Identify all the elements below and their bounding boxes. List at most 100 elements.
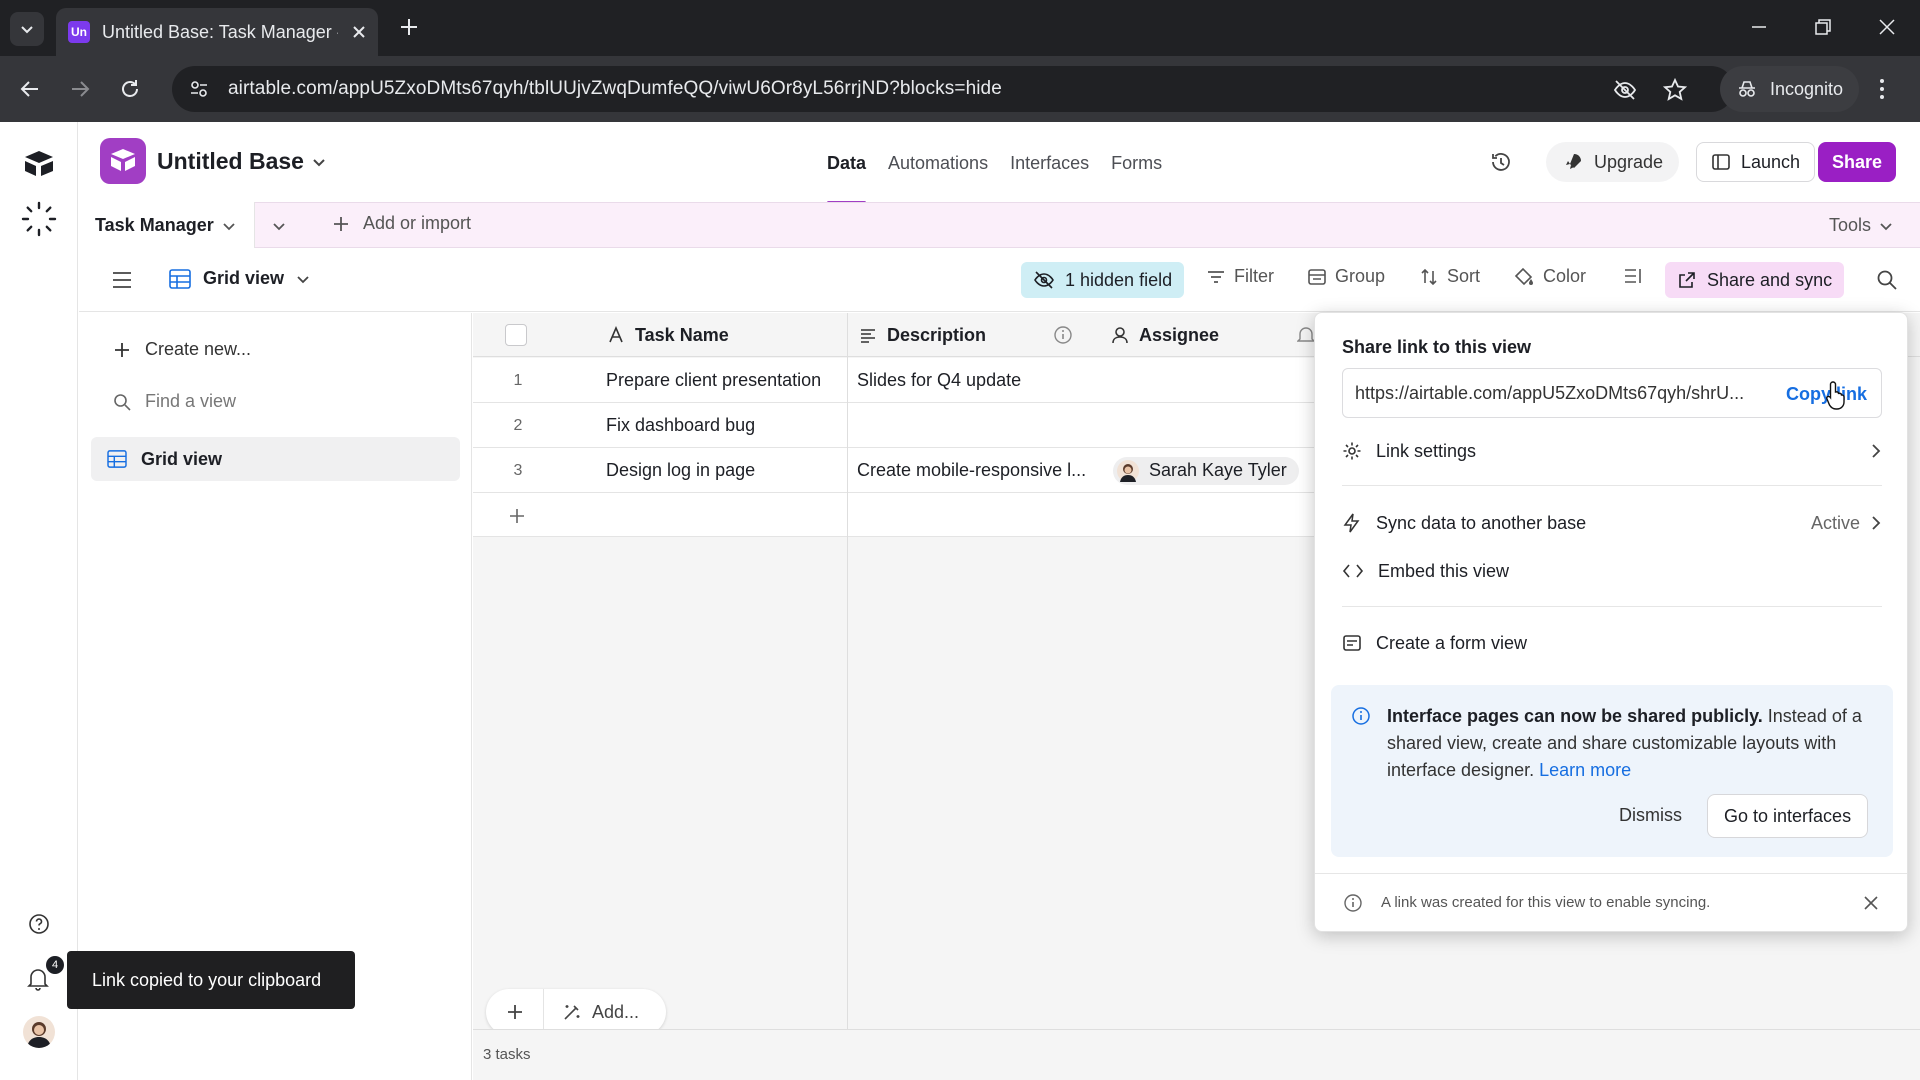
- mouse-cursor-icon: [1824, 380, 1848, 410]
- go-to-interfaces-button[interactable]: Go to interfaces: [1707, 794, 1869, 838]
- cell-task-name[interactable]: Prepare client presentation: [606, 358, 846, 403]
- history-icon[interactable]: [1489, 150, 1513, 174]
- sidebar-item-grid-view[interactable]: Grid view: [91, 437, 460, 481]
- reload-icon: [122, 80, 138, 97]
- close-icon[interactable]: [1863, 895, 1879, 911]
- close-window-button[interactable]: [1876, 16, 1898, 38]
- filter-button[interactable]: Filter: [1206, 266, 1274, 287]
- row-height-icon[interactable]: [1623, 266, 1643, 286]
- all-tables-chevron-icon[interactable]: [271, 218, 287, 234]
- link-settings-label: Link settings: [1376, 440, 1477, 461]
- ai-add-button[interactable]: Add...: [544, 1002, 639, 1023]
- table-row[interactable]: 3 Design log in page Create mobile-respo…: [473, 448, 1321, 493]
- group-button[interactable]: Group: [1307, 266, 1385, 287]
- clipboard-toast: Link copied to your clipboard: [67, 951, 355, 1009]
- create-new-view-button[interactable]: Create new...: [113, 339, 251, 360]
- minimize-button[interactable]: [1748, 16, 1770, 38]
- forward-button[interactable]: [68, 77, 92, 101]
- cell-assignee[interactable]: Sarah Kaye Tyler: [1113, 448, 1313, 493]
- info-icon[interactable]: [1053, 313, 1073, 357]
- share-and-sync-label: Share and sync: [1707, 269, 1833, 290]
- chevron-down-icon[interactable]: [311, 154, 327, 170]
- reload-button[interactable]: [118, 77, 142, 101]
- table-row[interactable]: 1 Prepare client presentation Slides for…: [473, 358, 1321, 403]
- grid-footer: 3 tasks: [473, 1029, 1920, 1080]
- bell-icon: [1297, 313, 1315, 357]
- tab-search-button[interactable]: [10, 12, 44, 46]
- share-link-field[interactable]: https://airtable.com/appU5ZxoDMts67qyh/s…: [1342, 368, 1882, 418]
- row-number: 1: [513, 371, 523, 389]
- dismiss-button[interactable]: Dismiss: [1619, 805, 1682, 826]
- column-header-assignee[interactable]: Assignee: [1111, 313, 1219, 357]
- share-button[interactable]: Share: [1818, 142, 1897, 182]
- cell-description[interactable]: Create mobile-responsive l...: [857, 448, 1093, 493]
- tab-favicon: Un: [68, 21, 90, 43]
- paint-bucket-icon: [1514, 267, 1533, 285]
- search-icon[interactable]: [1876, 269, 1898, 291]
- cell-description[interactable]: Slides for Q4 update: [857, 358, 1093, 403]
- user-avatar[interactable]: [23, 1016, 55, 1048]
- column-header-task-name[interactable]: Task Name: [607, 313, 729, 357]
- add-or-import-button[interactable]: Add or import: [331, 213, 471, 234]
- launch-button[interactable]: Launch: [1696, 142, 1816, 182]
- plus-icon[interactable]: [507, 506, 527, 526]
- assignee-chip[interactable]: Sarah Kaye Tyler: [1113, 456, 1299, 485]
- color-button[interactable]: Color: [1513, 266, 1586, 287]
- share-link-url[interactable]: https://airtable.com/appU5ZxoDMts67qyh/s…: [1355, 383, 1760, 404]
- help-icon[interactable]: [27, 912, 51, 936]
- browser-menu-icon[interactable]: [1878, 78, 1886, 100]
- sync-data-row[interactable]: Sync data to another base Active: [1342, 505, 1882, 541]
- learn-more-link[interactable]: Learn more: [1539, 760, 1631, 780]
- share-and-sync-button[interactable]: Share and sync: [1665, 262, 1845, 298]
- tab-automations[interactable]: Automations: [888, 122, 988, 202]
- chevron-right-icon: [1870, 443, 1882, 459]
- select-all-checkbox[interactable]: [505, 313, 527, 357]
- add-record-row[interactable]: [473, 493, 1321, 537]
- hidden-fields-button[interactable]: 1 hidden field: [1021, 262, 1185, 298]
- grid-view-icon: [169, 268, 191, 289]
- embed-view-row[interactable]: Embed this view: [1342, 553, 1882, 589]
- bookmark-star-icon[interactable]: [1662, 77, 1688, 103]
- arrow-right-icon: [72, 81, 90, 97]
- tab-close-icon[interactable]: [352, 25, 366, 39]
- cell-assignee[interactable]: [1109, 403, 1309, 448]
- notifications-bell-icon[interactable]: [26, 966, 50, 992]
- sync-status: Active: [1811, 513, 1882, 534]
- link-settings-row[interactable]: Link settings: [1342, 433, 1882, 469]
- create-form-view-row[interactable]: Create a form view: [1342, 625, 1882, 661]
- tab-forms[interactable]: Forms: [1111, 122, 1162, 202]
- table-row[interactable]: 2 Fix dashboard bug: [473, 403, 1321, 448]
- base-nav-tabs: Data Automations Interfaces Forms: [827, 122, 1162, 204]
- table-tab-task-manager[interactable]: Task Manager: [79, 202, 255, 249]
- base-title[interactable]: Untitled Base: [157, 148, 304, 175]
- incognito-indicator[interactable]: Incognito: [1720, 66, 1860, 112]
- base-icon[interactable]: [100, 138, 146, 184]
- tab-data[interactable]: Data: [827, 122, 867, 204]
- popover-footer: A link was created for this view to enab…: [1315, 873, 1907, 931]
- address-bar[interactable]: airtable.com/appU5ZxoDMts67qyh/tblUUjvZw…: [172, 66, 1734, 112]
- cell-task-name[interactable]: Design log in page: [606, 448, 846, 493]
- cell-description[interactable]: [857, 403, 1093, 448]
- upgrade-button[interactable]: Upgrade: [1546, 142, 1680, 182]
- chevron-right-icon: [1872, 516, 1881, 530]
- sidebar-toggle-icon[interactable]: [112, 271, 132, 289]
- cell-task-name[interactable]: Fix dashboard bug: [606, 403, 846, 448]
- filter-label: Filter: [1234, 266, 1274, 286]
- browser-tab[interactable]: Un Untitled Base: Task Manager - A: [56, 8, 378, 56]
- column-header-description[interactable]: Description: [859, 313, 986, 357]
- cell-assignee[interactable]: [1109, 358, 1309, 403]
- eye-off-icon[interactable]: [1612, 77, 1638, 103]
- workspace-loading-icon[interactable]: [20, 200, 58, 238]
- sort-button[interactable]: Sort: [1419, 266, 1480, 287]
- tools-menu[interactable]: Tools: [1829, 215, 1893, 236]
- new-tab-button[interactable]: [396, 14, 422, 40]
- back-button[interactable]: [18, 77, 42, 101]
- create-new-label: Create new...: [145, 339, 252, 359]
- airtable-logo-icon[interactable]: [22, 149, 56, 177]
- view-switcher[interactable]: Grid view: [169, 268, 310, 289]
- restore-button[interactable]: [1812, 16, 1834, 38]
- find-view-input[interactable]: Find a view: [113, 391, 236, 412]
- url-text: airtable.com/appU5ZxoDMts67qyh/tblUUjvZw…: [228, 78, 1002, 99]
- tab-interfaces[interactable]: Interfaces: [1010, 122, 1089, 202]
- embed-label: Embed this view: [1378, 560, 1510, 581]
